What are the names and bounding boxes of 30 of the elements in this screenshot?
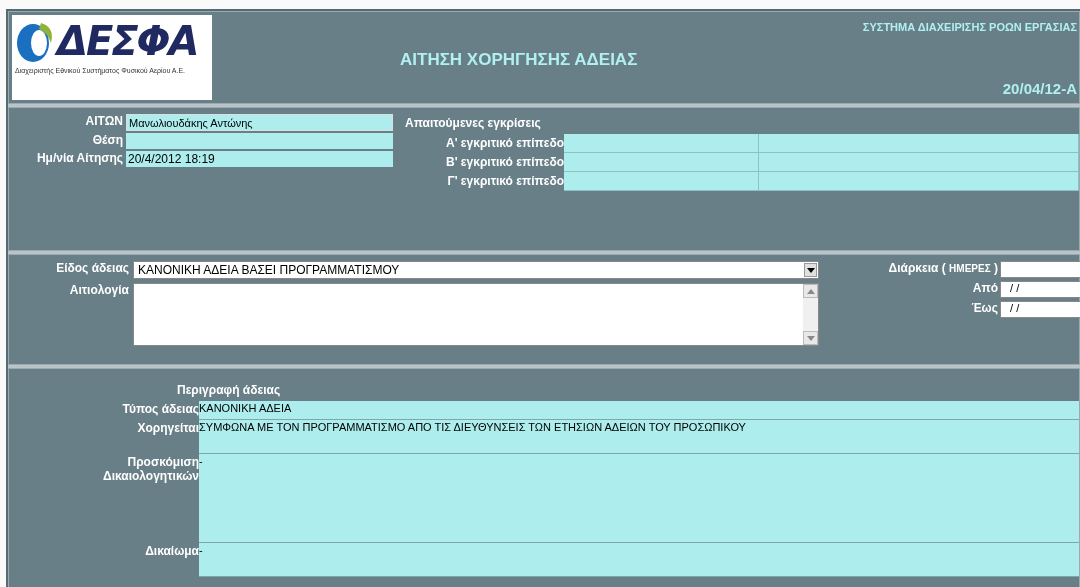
- field-label: Προσκόμιση Δικαιολογητικών: [102, 454, 199, 485]
- reason-text-area[interactable]: [133, 283, 819, 346]
- date-field[interactable]: / /: [1000, 281, 1080, 298]
- input-field[interactable]: 20/4/2012 18:19: [126, 151, 393, 167]
- field-label: Τύπος άδειας: [121, 401, 199, 418]
- field-label: ΑΙΤΩΝ: [84, 114, 123, 130]
- date-field[interactable]: / /: [1000, 301, 1080, 318]
- duration-field[interactable]: [1000, 261, 1080, 278]
- scroll-down-icon[interactable]: [803, 331, 818, 345]
- form-title: ΑΙΤΗΣΗ ΧΟΡΗΓΗΣΗΣ ΑΔΕΙΑΣ: [399, 48, 639, 70]
- system-name: ΣΥΣΤΗΜΑ ΔΙΑΧΕΙΡΙΣΗΣ ΡΟΩΝ ΕΡΓΑΣΙΑΣ: [862, 21, 1077, 33]
- field-label: Από: [971, 281, 998, 297]
- request-code: 20/04/12-A: [1002, 80, 1077, 97]
- field-label: Διάρκεια ( ΗΜΕΡΕΣ ): [887, 261, 998, 277]
- field-label: Α' εγκριτικό επίπεδο: [444, 135, 564, 152]
- section-heading: Απαιτούμενες εγκρίσεις: [405, 115, 542, 132]
- field-label: Είδος άδειας: [55, 261, 129, 277]
- field-label: Ημ/νία Αίτησης: [35, 151, 123, 167]
- field-label: Γ' εγκριτικό επίπεδο: [446, 173, 564, 190]
- field-label: Αιτιολογία: [68, 283, 129, 299]
- input-field[interactable]: [126, 133, 393, 149]
- field-label: Χορηγείται: [136, 420, 199, 437]
- field-label: Έως: [970, 301, 998, 317]
- field-label: Β' εγκριτικό επίπεδο: [444, 154, 564, 171]
- field-label: Δικαίωμα: [144, 543, 199, 560]
- leave-type-dropdown[interactable]: ΚΑΝΟΝΙΚΗ ΑΔΕΙΑ ΒΑΣΕΙ ΠΡΟΓΡΑΜΜΑΤΙΣΜΟΥ: [133, 261, 819, 279]
- input-field[interactable]: Μανωλιουδάκης Αντώνης: [126, 114, 393, 131]
- field-label: Θέση: [91, 133, 123, 149]
- section-heading: Περιγραφή άδειας: [177, 383, 282, 399]
- scroll-up-icon[interactable]: [803, 284, 818, 298]
